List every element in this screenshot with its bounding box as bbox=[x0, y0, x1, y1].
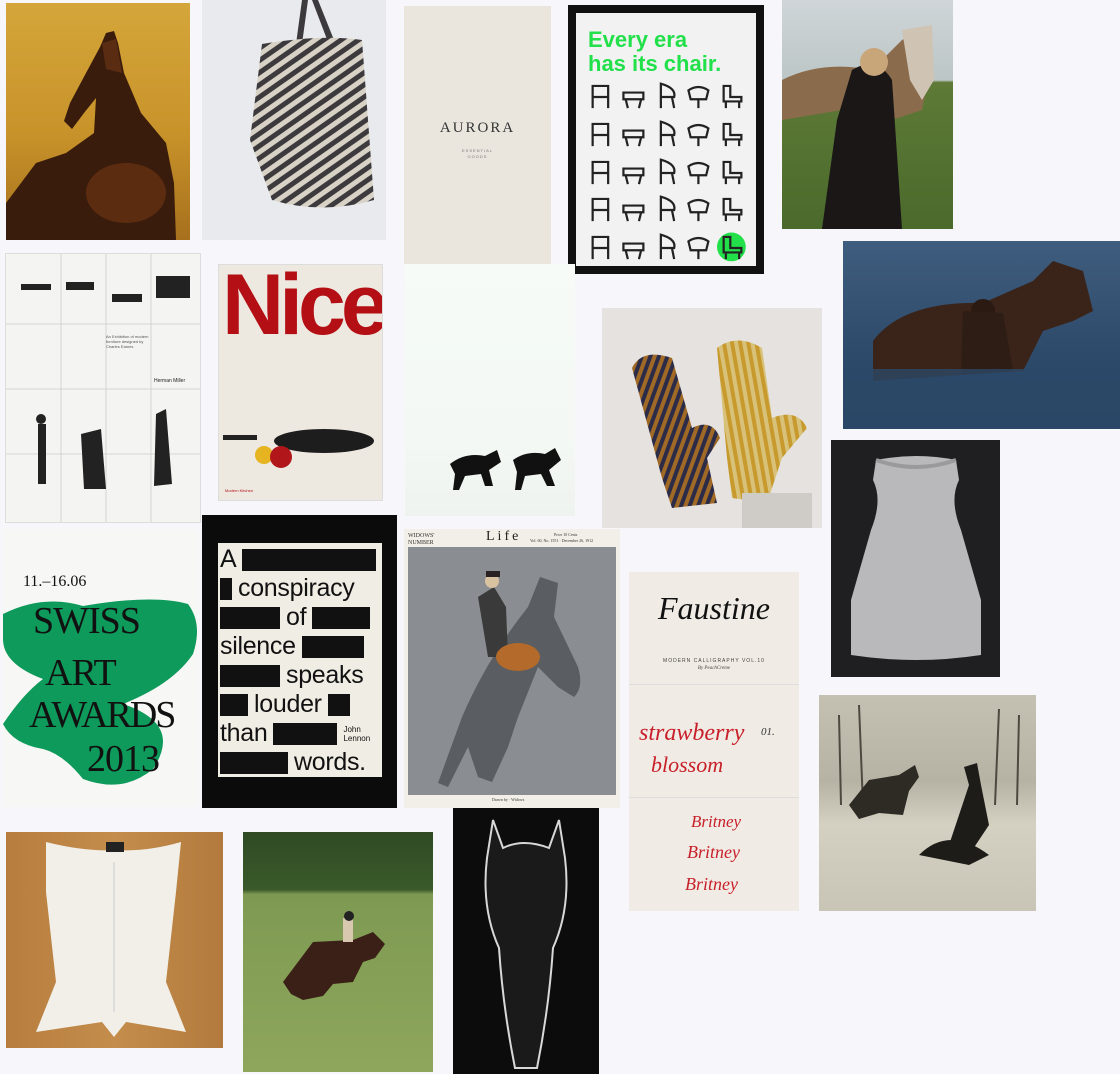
chair-icon bbox=[652, 79, 681, 113]
chair-icon bbox=[619, 79, 648, 113]
snow-horses-image[interactable] bbox=[405, 264, 575, 516]
life-cover[interactable]: WIDOWS' NUMBER Life Price 10 Cents Vol. … bbox=[404, 529, 620, 808]
swiss-line-1: SWISS bbox=[33, 600, 141, 642]
life-left-2: NUMBER bbox=[408, 540, 434, 546]
eames-grid-icon bbox=[6, 254, 200, 522]
mittens-image[interactable] bbox=[602, 308, 822, 528]
cons-word-than: than bbox=[220, 719, 268, 747]
swiss-line-3: AWARDS bbox=[29, 694, 176, 736]
life-masthead: Life bbox=[486, 529, 522, 544]
chairs-headline-1: Every era bbox=[588, 27, 688, 52]
dark-horse-head-image[interactable] bbox=[453, 808, 599, 1074]
horse-silhouette-icon bbox=[6, 31, 176, 240]
aurora-subline-1: ESSENTIAL bbox=[461, 148, 493, 153]
chairs-headline-2: has its chair. bbox=[588, 51, 722, 76]
eames-brand: Herman Miller bbox=[154, 378, 186, 384]
chair-icon bbox=[684, 117, 713, 151]
life-right-1: Price 10 Cents bbox=[554, 532, 578, 537]
chair-icon bbox=[652, 230, 681, 264]
life-footer: Drawn by · Widows bbox=[492, 797, 525, 802]
chair-icon bbox=[717, 230, 746, 264]
chair-icon bbox=[717, 192, 746, 226]
nice-title: Nice bbox=[222, 264, 383, 353]
rearing-horse-icon bbox=[438, 571, 581, 787]
chair-icon bbox=[586, 117, 615, 151]
chair-icon bbox=[652, 155, 681, 189]
faustine-number: 01. bbox=[761, 726, 775, 738]
horse-rider-icon bbox=[283, 911, 385, 1000]
knit-bag-icon bbox=[250, 0, 374, 208]
swiss-line-4: 2013 bbox=[87, 738, 160, 780]
faustine-script-2: blossom bbox=[651, 752, 724, 777]
faustine-subtitle: MODERN CALLIGRAPHY VOL.10 bbox=[663, 658, 765, 664]
horse-gold-image[interactable] bbox=[6, 3, 190, 240]
life-left-1: WIDOWS' bbox=[408, 533, 435, 539]
faustine-title: Faustine bbox=[658, 590, 770, 626]
cons-word-speaks: speaks bbox=[286, 661, 364, 689]
striped-bag-image[interactable] bbox=[202, 0, 386, 240]
cons-word-louder: louder bbox=[254, 690, 322, 718]
chair-icon bbox=[619, 117, 648, 151]
nice-poster[interactable]: Nice Modern Kitchen bbox=[218, 264, 383, 501]
woman-horse-image[interactable] bbox=[782, 0, 953, 229]
chair-icon bbox=[619, 192, 648, 226]
horse-icon bbox=[843, 261, 1120, 429]
chair-icon bbox=[619, 155, 648, 189]
cons-author-2: Lennon bbox=[343, 733, 371, 743]
skillet-icon bbox=[223, 429, 374, 468]
faustine-byline: By PeachCreme bbox=[697, 666, 731, 671]
chair-icon bbox=[717, 79, 746, 113]
aurora-subline-2: GOODS bbox=[467, 154, 488, 159]
chairs-poster[interactable]: Every era has its chair. bbox=[568, 5, 764, 274]
cons-word-words: words. bbox=[294, 748, 366, 776]
eames-poster[interactable]: An Exhibition of modern furniture design… bbox=[5, 253, 201, 523]
aurora-brand: AURORA bbox=[439, 120, 516, 136]
swimming-horse-image[interactable] bbox=[843, 241, 1120, 429]
faustine-name-2: Britney bbox=[687, 842, 740, 862]
faustine-name-1: Britney bbox=[691, 812, 742, 831]
knit-top-image[interactable] bbox=[831, 440, 1000, 677]
swiss-art-poster[interactable]: 11.–16.06 SWISS ART AWARDS 2013 bbox=[3, 529, 199, 807]
rider-dark-image[interactable] bbox=[819, 695, 1036, 911]
aurora-card[interactable]: AURORA ESSENTIAL GOODS bbox=[404, 6, 551, 264]
chair-icon bbox=[586, 155, 615, 189]
conspiracy-poster[interactable]: A conspiracy of silence speaks louder th… bbox=[202, 515, 397, 808]
mittens-icon bbox=[632, 340, 812, 528]
faustine-name-3: Britney bbox=[685, 874, 738, 894]
faustine-poster[interactable]: Faustine MODERN CALLIGRAPHY VOL.10 By Pe… bbox=[629, 572, 799, 911]
chair-icon bbox=[652, 192, 681, 226]
chair-icon bbox=[717, 117, 746, 151]
chair-icon bbox=[684, 79, 713, 113]
chair-icon bbox=[619, 230, 648, 264]
cons-word-conspiracy: conspiracy bbox=[238, 574, 355, 602]
chair-icon bbox=[586, 192, 615, 226]
horses-icon bbox=[450, 448, 561, 490]
swiss-dates: 11.–16.06 bbox=[23, 573, 87, 590]
chair-icon bbox=[586, 230, 615, 264]
nice-footer: Modern Kitchen bbox=[225, 488, 254, 493]
chair-icon bbox=[717, 155, 746, 189]
galloping-rider-image[interactable] bbox=[243, 832, 433, 1072]
cons-author-1: John bbox=[343, 724, 361, 734]
swiss-line-2: ART bbox=[45, 652, 117, 694]
life-right-2: Vol. 60, No. 1551 · December 26, 1912 bbox=[530, 538, 594, 543]
eames-body-text: An Exhibition of modern furniture design… bbox=[106, 334, 149, 349]
horse-icon bbox=[782, 25, 934, 229]
chair-icon bbox=[684, 230, 713, 264]
horse-head-icon bbox=[484, 819, 568, 1069]
horse-rider-icon bbox=[838, 704, 1020, 865]
chair-icon bbox=[586, 79, 615, 113]
faustine-script-1: strawberry bbox=[639, 720, 745, 746]
knit-top-icon bbox=[851, 456, 981, 660]
cons-word-a: A bbox=[220, 545, 237, 573]
chair-icon bbox=[684, 155, 713, 189]
cons-word-of: of bbox=[286, 603, 307, 631]
white-corset-image[interactable] bbox=[6, 832, 223, 1048]
chair-grid bbox=[586, 79, 746, 262]
cons-word-silence: silence bbox=[220, 632, 296, 660]
chair-icon bbox=[652, 117, 681, 151]
corset-icon bbox=[36, 842, 186, 1037]
chair-icon bbox=[684, 192, 713, 226]
